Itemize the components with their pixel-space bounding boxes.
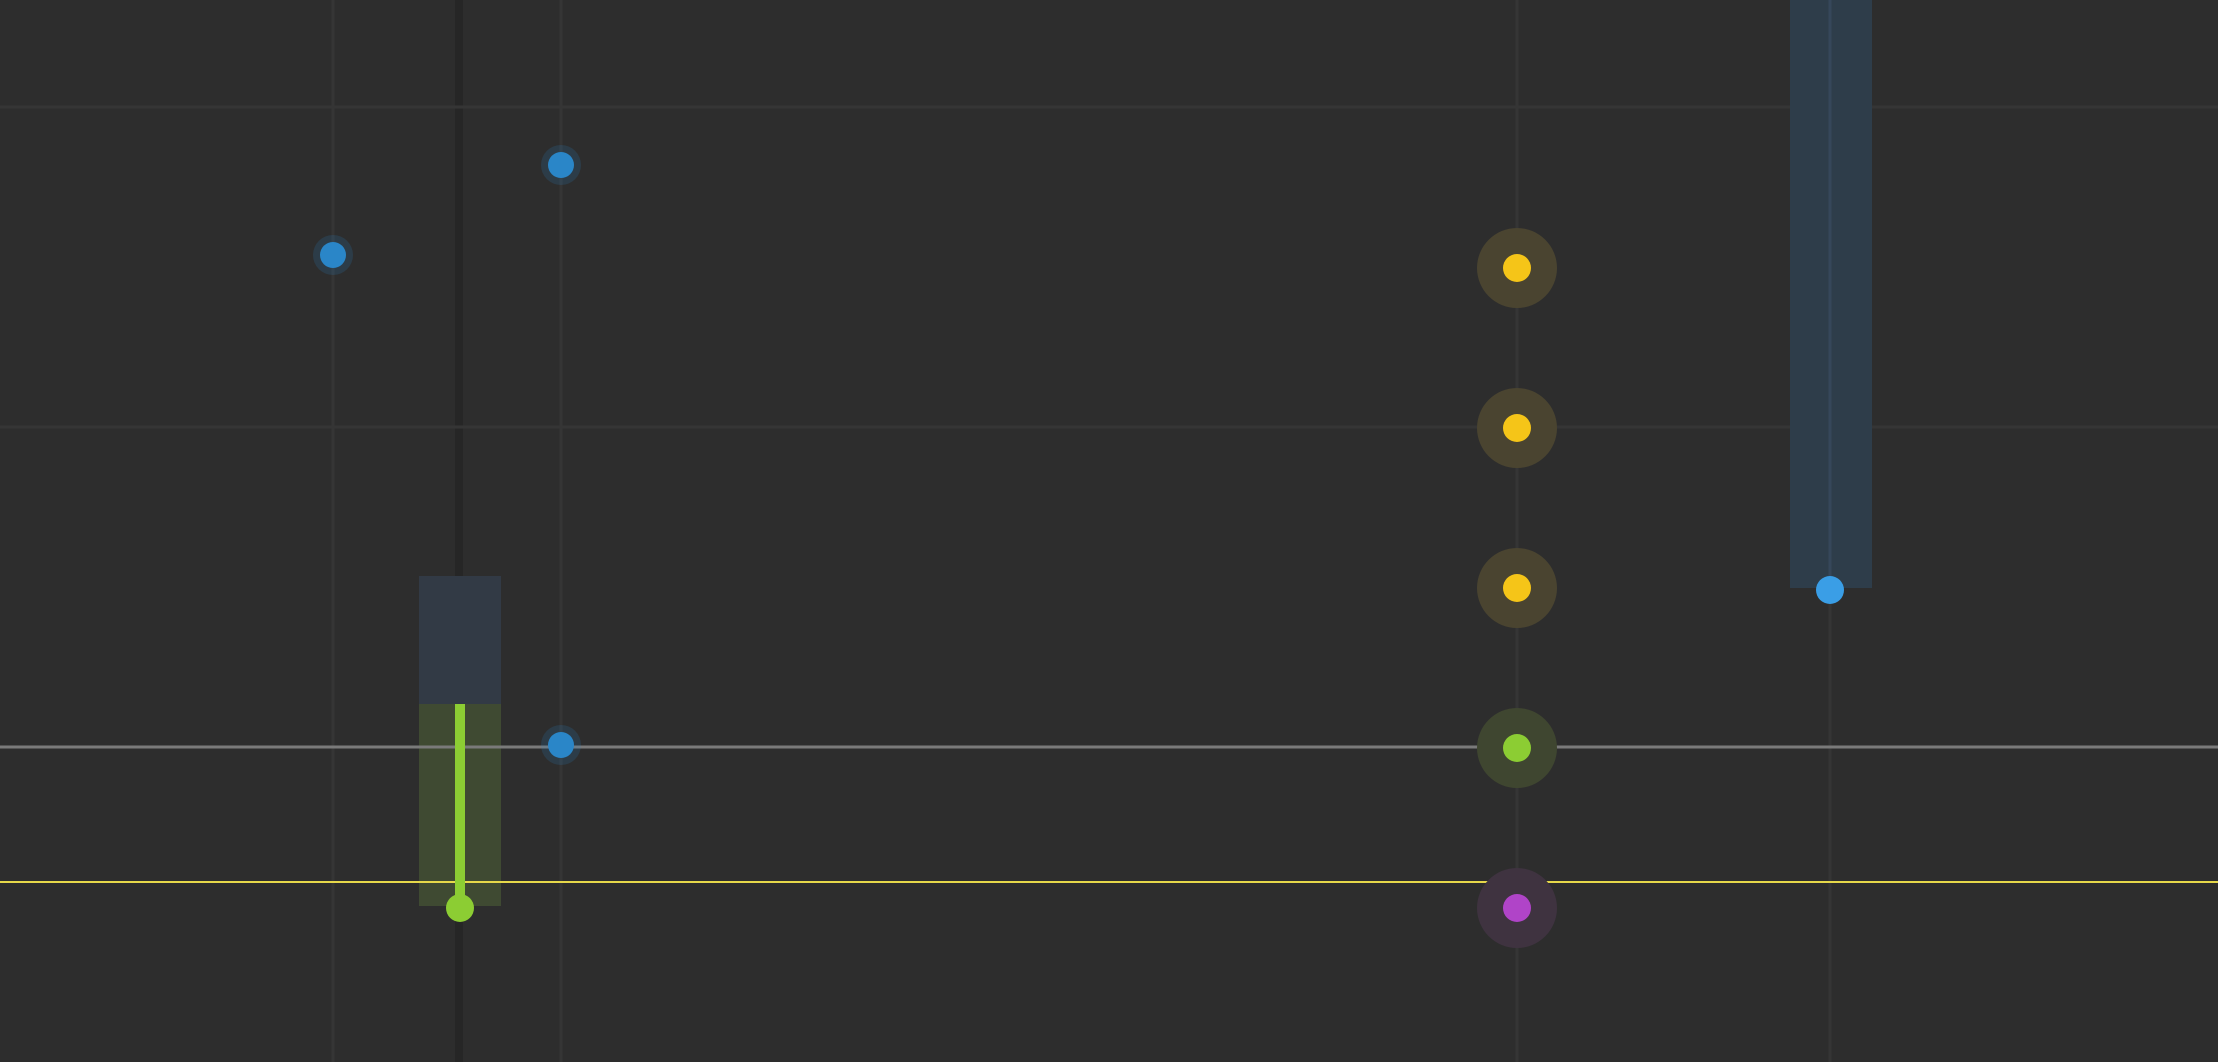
purple-keyframe-icon[interactable] (1503, 894, 1531, 922)
blue-keyframe-3-icon[interactable] (548, 732, 574, 758)
green-bar-handle-icon[interactable] (446, 894, 474, 922)
blue-keyframe-2-icon[interactable] (548, 152, 574, 178)
green-keyframe-icon[interactable] (1503, 734, 1531, 762)
yellow-keyframe-2-icon[interactable] (1503, 414, 1531, 442)
timeline-stage[interactable] (0, 0, 2218, 1062)
keyframes[interactable] (313, 145, 1844, 948)
grid-lines (0, 0, 2218, 1062)
timeline-canvas[interactable] (0, 0, 2218, 1062)
yellow-keyframe-3-icon[interactable] (1503, 574, 1531, 602)
blue-keyframe-1-icon[interactable] (320, 242, 346, 268)
slate-region[interactable] (419, 576, 501, 704)
yellow-keyframe-1-icon[interactable] (1503, 254, 1531, 282)
blue-region-handle-icon[interactable] (1816, 576, 1844, 604)
green-bar[interactable] (455, 704, 465, 906)
regions (419, 0, 1872, 906)
